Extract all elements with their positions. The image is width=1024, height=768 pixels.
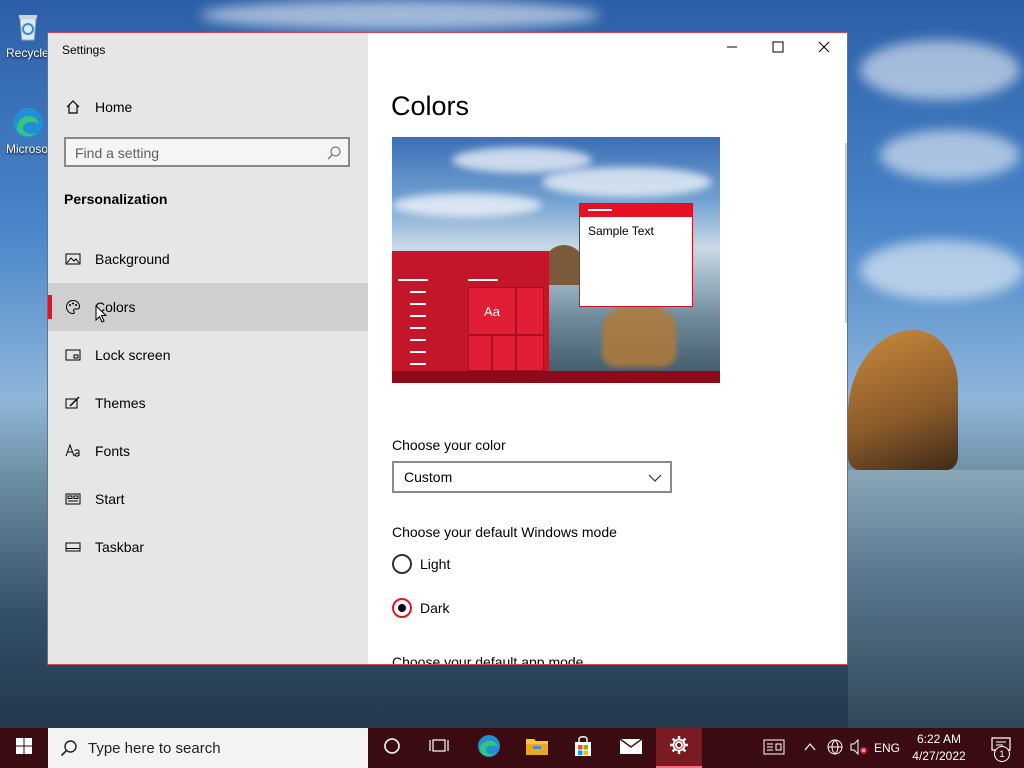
- window-title: Settings: [62, 43, 106, 57]
- preview-start-menu: Aa: [392, 251, 549, 371]
- settings-window: Settings Home Personalization Background: [47, 32, 848, 665]
- notification-badge: 1: [994, 746, 1010, 762]
- nav-item-taskbar[interactable]: Taskbar: [48, 523, 368, 571]
- mail-icon: [619, 737, 643, 760]
- search-icon: [326, 145, 342, 161]
- nav-home-label: Home: [95, 99, 133, 115]
- taskbar-clock[interactable]: 6:22 AM 4/27/2022: [904, 731, 974, 765]
- desktop-icon-recycle-bin[interactable]: Recycle Bin: [6, 10, 50, 60]
- action-center-button[interactable]: 1: [978, 728, 1024, 768]
- preview-tile-text: Aa: [484, 303, 500, 319]
- task-view-icon: [429, 737, 449, 760]
- taskbar-icon: [64, 538, 82, 556]
- fonts-icon: [64, 442, 82, 460]
- nav-item-label: Background: [95, 251, 170, 267]
- find-setting-search[interactable]: [64, 137, 350, 167]
- language-indicator[interactable]: ENG: [872, 728, 902, 768]
- cortana-icon: [383, 737, 401, 760]
- section-title: Personalization: [64, 191, 168, 207]
- home-icon: [64, 98, 82, 116]
- minimize-icon: [726, 40, 738, 58]
- nav-item-background[interactable]: Background: [48, 235, 368, 283]
- preview-window: Sample Text: [579, 203, 693, 307]
- close-button[interactable]: [801, 33, 847, 65]
- windows-mode-label: Choose your default Windows mode: [392, 524, 617, 540]
- nav-item-lock-screen[interactable]: Lock screen: [48, 331, 368, 379]
- radio-button[interactable]: [392, 554, 412, 574]
- color-select-value: Custom: [404, 469, 453, 485]
- volume-tray-button[interactable]: [848, 728, 870, 768]
- content-pane: Colors Aa Sample Text Choose your color …: [368, 33, 847, 664]
- globe-icon: [827, 739, 843, 758]
- edge-icon: [477, 734, 501, 763]
- network-tray-button[interactable]: [824, 728, 846, 768]
- preview-sample-text: Sample Text: [588, 224, 654, 238]
- minimize-button[interactable]: [709, 33, 755, 65]
- task-view-button[interactable]: [416, 728, 462, 768]
- chevron-up-icon: [804, 741, 816, 755]
- nav-item-fonts[interactable]: Fonts: [48, 427, 368, 475]
- settings-taskbar-button[interactable]: [656, 728, 702, 768]
- find-setting-input[interactable]: [66, 139, 327, 167]
- app-mode-label: Choose your default app mode: [392, 654, 584, 665]
- close-icon: [818, 40, 830, 58]
- edge-icon: [11, 106, 45, 140]
- scrollbar[interactable]: [845, 143, 847, 323]
- show-hidden-icons-button[interactable]: [800, 728, 820, 768]
- recycle-bin-icon: [11, 10, 45, 44]
- taskbar-search-box[interactable]: Type here to search: [48, 728, 368, 768]
- nav-item-themes[interactable]: Themes: [48, 379, 368, 427]
- desktop-icon-edge[interactable]: Microsoft Edge: [6, 106, 50, 156]
- volume-muted-icon: [850, 738, 868, 758]
- mail-button[interactable]: [608, 728, 654, 768]
- radio-label: Dark: [420, 600, 450, 616]
- news-tray-button[interactable]: [760, 728, 788, 768]
- preview-taskbar: [392, 371, 720, 383]
- taskbar: Type here to search ENG 6:22 AM 4/27/202…: [0, 728, 1024, 768]
- nav-item-label: Themes: [95, 395, 146, 411]
- nav-home[interactable]: Home: [48, 95, 368, 119]
- windows-logo-icon: [16, 737, 32, 759]
- navigation-pane: Settings Home Personalization Background: [48, 33, 368, 664]
- start-button[interactable]: [0, 728, 48, 768]
- file-explorer-icon: [525, 736, 549, 761]
- maximize-icon: [772, 40, 784, 58]
- radio-button[interactable]: [392, 598, 412, 618]
- store-icon: [572, 735, 594, 762]
- settings-icon: [669, 735, 689, 760]
- color-preview: Aa Sample Text: [392, 137, 720, 383]
- clock-date: 4/27/2022: [912, 749, 966, 763]
- start-icon: [64, 490, 82, 508]
- maximize-button[interactable]: [755, 33, 801, 65]
- clock-time: 6:22 AM: [916, 732, 962, 746]
- nav-item-label: Taskbar: [95, 539, 145, 555]
- choose-color-label: Choose your color: [392, 437, 506, 453]
- cortana-button[interactable]: [369, 728, 415, 768]
- color-select[interactable]: Custom: [392, 461, 672, 493]
- picture-icon: [64, 250, 82, 268]
- edge-taskbar-button[interactable]: [466, 728, 512, 768]
- nav-item-label: Fonts: [95, 443, 131, 459]
- lock-screen-icon: [64, 346, 82, 364]
- chevron-down-icon: [648, 471, 662, 485]
- radio-label: Light: [420, 556, 451, 572]
- nav-item-label: Lock screen: [95, 347, 171, 363]
- store-button[interactable]: [560, 728, 606, 768]
- nav-item-start[interactable]: Start: [48, 475, 368, 523]
- mouse-cursor-icon: [95, 304, 108, 323]
- desktop-icon-label: Recycle Bin: [6, 46, 50, 60]
- file-explorer-button[interactable]: [514, 728, 560, 768]
- page-title: Colors: [391, 91, 470, 121]
- taskbar-search-placeholder: Type here to search: [88, 740, 221, 757]
- nav-item-label: Start: [95, 491, 125, 507]
- desktop-icon-label: Microsoft Edge: [6, 142, 50, 156]
- news-icon: [763, 739, 785, 758]
- themes-icon: [64, 394, 82, 412]
- search-icon: [60, 739, 78, 757]
- palette-icon: [64, 298, 82, 316]
